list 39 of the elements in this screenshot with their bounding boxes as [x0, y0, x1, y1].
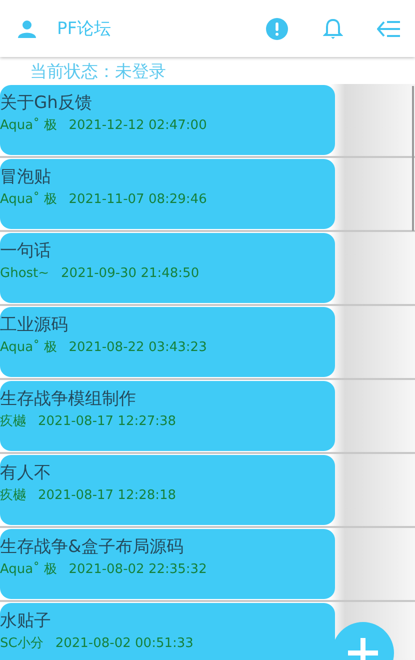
post-title: 生存战争模组制作 [0, 388, 137, 410]
alert-icon[interactable] [265, 16, 289, 40]
post-title: 水贴子 [0, 610, 52, 632]
post-time: 2021-08-17 12:28:18 [38, 487, 176, 505]
post-time: 2021-08-22 03:43:23 [68, 339, 207, 357]
post-card[interactable]: 关于Gh反馈 Aqua˚ 极 2021-12-12 02:47:00 [0, 85, 335, 155]
post-title: 工业源码 [0, 314, 69, 336]
post-card[interactable]: 冒泡贴 Aqua˚ 极 2021-11-07 08:29:46 [0, 159, 335, 229]
post-time: 2021-11-07 08:29:46 [68, 191, 207, 209]
post-card[interactable]: 生存战争模组制作 疚樾 2021-08-17 12:27:38 [0, 381, 335, 451]
post-author: Ghost~ [0, 265, 50, 283]
post-card[interactable]: 水贴子 SC小分 2021-08-02 00:51:33 [0, 603, 335, 660]
post-title: 关于Gh反馈 [0, 92, 93, 114]
post-author: Aqua˚ 极 [0, 561, 57, 579]
app-title: PF论坛 [57, 18, 112, 40]
post-card[interactable]: 工业源码 Aqua˚ 极 2021-08-22 03:43:23 [0, 307, 335, 377]
post-time: 2021-08-02 22:35:32 [68, 561, 207, 579]
post-time: 2021-09-30 21:48:50 [61, 265, 200, 283]
bell-icon[interactable] [323, 18, 343, 40]
post-card[interactable]: 有人不 疚樾 2021-08-17 12:28:18 [0, 455, 335, 525]
post-title: 有人不 [0, 462, 52, 484]
login-status: 当前状态：未登录 [29, 61, 167, 84]
post-time: 2021-08-02 00:51:33 [55, 635, 194, 653]
post-card[interactable]: 一句话 Ghost~ 2021-09-30 21:48:50 [0, 233, 335, 303]
post-author: Aqua˚ 极 [0, 339, 57, 357]
post-card[interactable]: 生存战争&盒子布局源码 Aqua˚ 极 2021-08-02 22:35:32 [0, 529, 335, 599]
plus-icon [346, 636, 380, 660]
post-title: 冒泡贴 [0, 166, 52, 188]
post-author: 疚樾 [0, 413, 26, 431]
menu-collapse-icon[interactable] [377, 20, 401, 38]
post-author: Aqua˚ 极 [0, 191, 57, 209]
post-time: 2021-08-17 12:27:38 [38, 413, 176, 431]
post-author: SC小分 [0, 635, 44, 653]
person-icon[interactable] [17, 18, 37, 38]
post-author: 疚樾 [0, 487, 26, 505]
post-author: Aqua˚ 极 [0, 117, 57, 135]
post-title: 生存战争&盒子布局源码 [0, 536, 184, 558]
post-time: 2021-12-12 02:47:00 [68, 117, 207, 135]
post-title: 一句话 [0, 240, 52, 262]
